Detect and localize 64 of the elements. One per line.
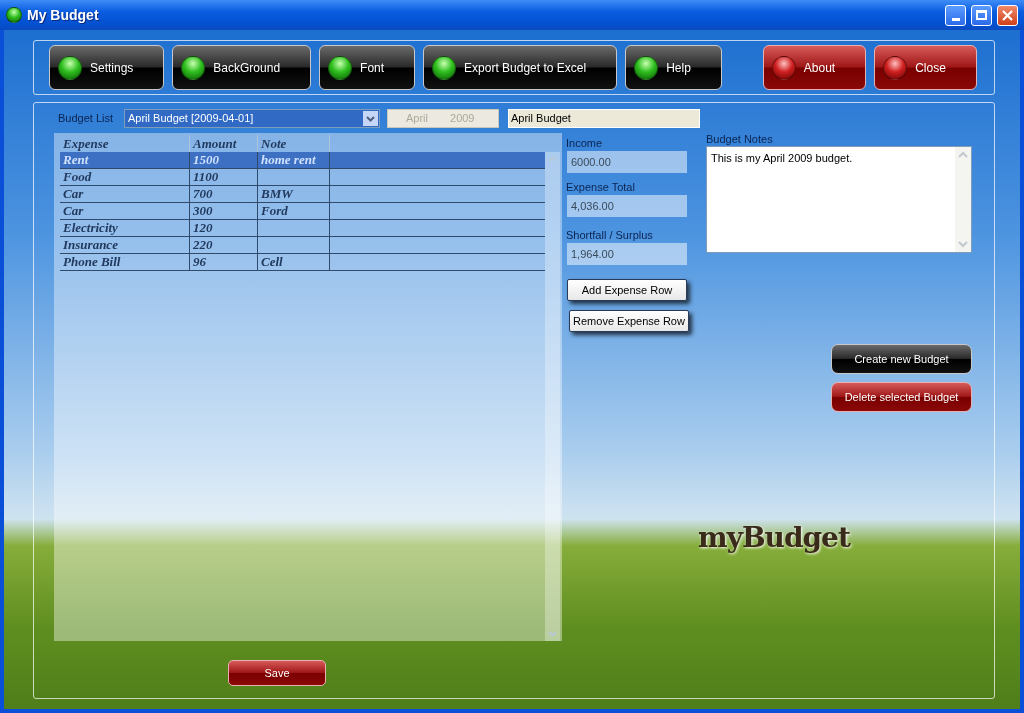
scrollbar[interactable] — [545, 152, 560, 641]
table-row[interactable]: Phone Bill 96 Cell — [60, 254, 545, 271]
scrollbar[interactable] — [955, 147, 971, 252]
budget-button[interactable]: Create new Budget — [831, 344, 972, 374]
orb-icon — [883, 55, 908, 80]
table-cell: Cell — [258, 254, 330, 270]
minimize-button[interactable] — [945, 4, 966, 26]
table-cell: Car — [60, 203, 190, 219]
toolbar-button[interactable]: About — [762, 45, 867, 90]
table-cell: 220 — [190, 237, 258, 253]
budget-button[interactable]: Delete selected Budget — [831, 382, 972, 412]
window-title: My Budget — [27, 5, 99, 25]
budget-name-field[interactable]: April Budget — [508, 108, 700, 128]
toolbar-button[interactable]: Font — [319, 45, 416, 90]
row-button[interactable]: Remove Expense Row — [569, 310, 689, 332]
orb-icon — [58, 55, 82, 80]
save-button[interactable]: Save — [228, 660, 326, 686]
table-row[interactable]: Car 700 BMW — [60, 186, 545, 203]
orb-icon — [328, 55, 353, 80]
toolbar-button[interactable]: Export Budget to Excel — [423, 45, 618, 90]
toolbar-button[interactable]: Close — [874, 45, 977, 90]
table-cell: Food — [60, 169, 190, 185]
orb-icon — [181, 55, 206, 80]
row-button[interactable]: Add Expense Row — [567, 279, 687, 301]
summary-field[interactable]: 4,036.00 — [567, 195, 687, 217]
budget-list-dropdown[interactable]: April Budget [2009-04-01] — [124, 108, 380, 128]
table-cell: Phone Bill — [60, 254, 190, 270]
toolbar-button[interactable]: Help — [625, 45, 722, 90]
summary-label: Shortfall / Surplus — [566, 229, 654, 242]
orb-icon — [771, 55, 796, 80]
table-cell: 300 — [190, 203, 258, 219]
table-cell: BMW — [258, 186, 330, 202]
toolbar-button[interactable]: Settings — [49, 45, 165, 90]
table-cell: Electricity — [60, 220, 190, 236]
orb-icon — [432, 55, 457, 80]
table-cell: 96 — [190, 254, 258, 270]
close-button[interactable] — [997, 4, 1018, 26]
notes-label: Budget Notes — [706, 133, 774, 146]
table-cell: home rent — [258, 152, 330, 168]
close-icon — [1002, 9, 1013, 21]
table-cell: Car — [60, 186, 190, 202]
table-cell: 1100 — [190, 169, 258, 185]
toolbar-button[interactable]: BackGround — [172, 45, 312, 90]
table-cell: 120 — [190, 220, 258, 236]
table-row[interactable]: Insurance 220 — [60, 237, 545, 254]
table-cell: 1500 — [190, 152, 258, 168]
orb-icon — [6, 7, 22, 23]
summary-field[interactable]: 1,964.00 — [567, 243, 687, 265]
summary-label: Expense Total — [566, 181, 636, 194]
table-cell: 700 — [190, 186, 258, 202]
table-row[interactable]: Food 1100 — [60, 169, 545, 186]
table-cell: Rent — [60, 152, 190, 168]
table-row[interactable]: Car 300 Ford — [60, 203, 545, 220]
orb-icon — [634, 55, 659, 80]
table-cell: Insurance — [60, 237, 190, 253]
summary-label: Income — [566, 137, 604, 150]
caret-icon — [363, 110, 378, 126]
maximize-button[interactable] — [971, 4, 992, 26]
logo-text: myBudget — [698, 520, 852, 556]
table-row[interactable]: Rent 1500 home rent — [60, 152, 545, 169]
summary-field[interactable]: 6000.00 — [567, 151, 687, 173]
budget-list-label: Budget List — [58, 110, 115, 126]
table-row[interactable]: Electricity 120 — [60, 220, 545, 237]
table-cell: Ford — [258, 203, 330, 219]
